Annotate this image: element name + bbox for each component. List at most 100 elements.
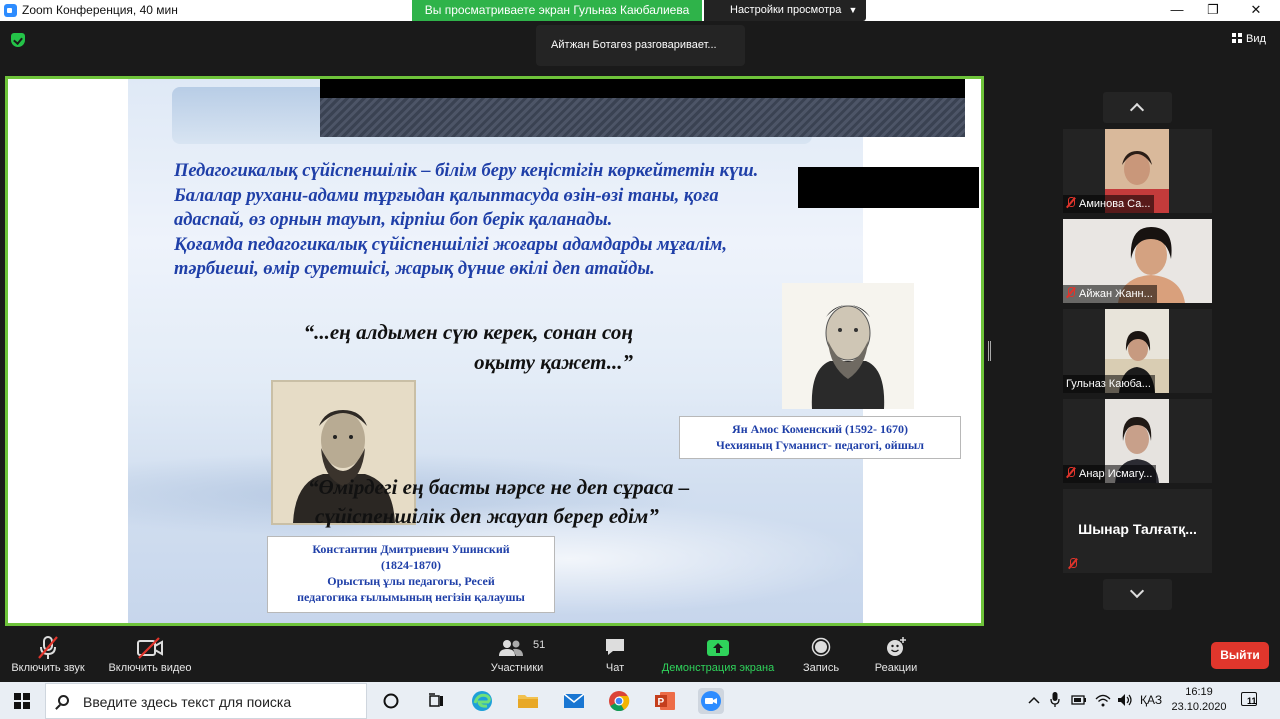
cortana-icon[interactable] — [378, 688, 404, 714]
slide-paragraph: Педагогикалық сүйіспеншілік – білім беру… — [174, 159, 829, 282]
windows-taskbar: P ҚАЗ 16:19 23.10.2020 11 — [0, 682, 1280, 719]
zoom-taskbar-icon[interactable] — [698, 688, 724, 714]
komensky-caption-line: Чехияның Гуманист- педагогі, ойшыл — [716, 438, 924, 452]
participant-tile[interactable]: Айжан Жанн... — [1063, 219, 1212, 303]
maximize-button[interactable]: ❐ — [1203, 2, 1223, 18]
leave-meeting-button[interactable]: Выйти — [1211, 642, 1269, 669]
view-label: Вид — [1246, 33, 1266, 45]
record-label: Запись — [802, 662, 840, 674]
chrome-icon[interactable] — [606, 688, 632, 714]
participant-name-text: Гульназ Каюба... — [1066, 378, 1151, 390]
participant-tile[interactable]: Гульназ Каюба... — [1063, 309, 1212, 393]
volume-icon[interactable] — [1117, 693, 1133, 710]
komensky-caption: Ян Амос Коменский (1592- 1670) Чехияның … — [679, 416, 961, 459]
participant-name-text: Шынар Талғатқ... — [1078, 521, 1197, 537]
share-screen-label: Демонстрация экрана — [661, 662, 775, 674]
muted-mic-icon — [1066, 287, 1075, 298]
ushinsky-caption-line: Константин Дмитриевич Ушинский — [312, 542, 510, 556]
share-screen-button[interactable]: Демонстрация экрана — [656, 629, 780, 682]
search-icon — [58, 695, 69, 706]
ushinsky-caption: Константин Дмитриевич Ушинский (1824-187… — [267, 536, 555, 613]
slide-paragraph-line: Балалар рухани-адами тұрғыдан қалыптасуд… — [174, 185, 719, 206]
grid-icon — [1232, 33, 1242, 43]
unmute-label: Включить звук — [11, 662, 85, 674]
chat-button[interactable]: Чат — [595, 629, 635, 682]
screen-share-banner: Вы просматриваете экран Гульназ Каюбалие… — [412, 0, 702, 21]
participants-icon — [499, 640, 523, 656]
minimize-button[interactable]: — — [1167, 2, 1187, 18]
unmute-button[interactable]: Включить звук — [8, 629, 88, 682]
quote-line: оқыту қажет...” — [474, 350, 633, 374]
muted-mic-icon — [1068, 558, 1077, 569]
record-icon — [811, 637, 831, 657]
participant-tile[interactable]: Аминова Са... — [1063, 129, 1212, 213]
quote-line: сүйіспеншілік деп жауап берер едім” — [315, 504, 659, 528]
task-view-icon[interactable] — [423, 688, 449, 714]
windows-start-icon[interactable] — [14, 693, 30, 709]
clock-date: 23.10.2020 — [1171, 701, 1227, 713]
reaction-smiley-icon — [887, 637, 906, 656]
chevron-down-icon — [1129, 583, 1145, 599]
taskbar-search-box[interactable] — [45, 683, 367, 719]
view-button[interactable]: Вид — [1232, 33, 1266, 45]
notification-count: 11 — [1247, 696, 1257, 706]
edge-browser-icon[interactable] — [469, 688, 495, 714]
gallery-page-down-button[interactable] — [1103, 579, 1172, 610]
svg-text:P: P — [658, 697, 665, 708]
participants-count: 51 — [533, 639, 546, 651]
slide-paragraph-line: Педагогикалық сүйіспеншілік – білім беру… — [174, 161, 759, 181]
participant-name-text: Анар Исмагу... — [1079, 468, 1153, 480]
start-video-label: Включить видео — [108, 662, 192, 674]
microphone-icon[interactable] — [1050, 692, 1060, 711]
battery-icon[interactable] — [1071, 694, 1087, 709]
participants-button[interactable]: 51 Участники — [487, 629, 547, 682]
chat-label: Чат — [605, 662, 625, 674]
wifi-icon[interactable] — [1095, 693, 1111, 710]
view-settings-label: Настройки просмотра — [730, 4, 842, 16]
participant-tile[interactable]: Шынар Талғатқ... — [1063, 489, 1212, 573]
zoom-window: Zoom Конференция, 40 мин Вы просматривае… — [0, 0, 1280, 719]
muted-mic-icon — [38, 636, 58, 659]
gallery-page-up-button[interactable] — [1103, 92, 1172, 123]
redacted-block — [798, 167, 979, 208]
participants-label: Участники — [490, 662, 544, 674]
close-button[interactable]: ✕ — [1246, 2, 1266, 18]
panel-resize-handle[interactable] — [988, 341, 991, 361]
redacted-bar — [320, 79, 965, 98]
reactions-label: Реакции — [874, 662, 918, 674]
input-language[interactable]: ҚАЗ — [1140, 693, 1162, 707]
shared-screen: Ян Амос Коменский (1592- 1670) Чехияның … — [5, 76, 984, 626]
komensky-quote: “...ең алдымен сүю керек, сонан соң оқыт… — [248, 317, 633, 377]
quote-line: “Өмірдегі ең басты нәрсе не деп сұраса – — [308, 475, 690, 499]
slide-paragraph-line: адаспай, өз орнын тауып, кірпіш боп бері… — [174, 210, 613, 230]
participant-name: Гульназ Каюба... — [1063, 375, 1155, 393]
share-screen-icon — [707, 640, 729, 656]
participant-tile[interactable]: Анар Исмагу... — [1063, 399, 1212, 483]
taskbar-search-input[interactable] — [83, 691, 353, 713]
ushinsky-caption-line: Орыстың ұлы педагогы, Ресей — [327, 574, 495, 588]
record-button[interactable]: Запись — [800, 629, 842, 682]
participant-name: Анар Исмагу... — [1063, 465, 1157, 483]
komensky-caption-line: Ян Амос Коменский (1592- 1670) — [732, 422, 908, 436]
title-bar: Zoom Конференция, 40 мин Вы просматривае… — [0, 0, 1280, 21]
meeting-toolbar: Включить звук Включить видео 51 Участник… — [0, 629, 1280, 682]
chevron-up-icon — [1129, 102, 1145, 118]
mail-icon[interactable] — [561, 688, 587, 714]
clock-time: 16:19 — [1185, 686, 1213, 698]
powerpoint-icon[interactable]: P — [652, 688, 678, 714]
file-explorer-icon[interactable] — [515, 688, 541, 714]
participant-name: Айжан Жанн... — [1063, 285, 1157, 303]
slide-paragraph-line: Қоғамда педагогикалық сүйіспеншілігі жоғ… — [174, 234, 727, 255]
show-hidden-icons-chevron[interactable] — [1028, 695, 1040, 707]
ushinsky-caption-line: педагогика ғылымының негізін қалаушы — [297, 590, 525, 604]
reactions-button[interactable]: Реакции — [872, 629, 920, 682]
participant-name: Аминова Са... — [1063, 195, 1155, 213]
taskbar-clock[interactable]: 16:19 23.10.2020 — [1171, 685, 1227, 715]
start-video-button[interactable]: Включить видео — [104, 629, 196, 682]
muted-mic-icon — [1066, 197, 1075, 208]
encryption-shield-icon[interactable] — [11, 33, 25, 47]
komensky-portrait — [782, 283, 914, 409]
view-settings-button[interactable]: Настройки просмотра ▼ — [704, 0, 866, 21]
notifications-icon[interactable]: 11 — [1241, 692, 1257, 706]
ushinsky-quote: “Өмірдегі ең басты нәрсе не деп сұраса –… — [308, 473, 768, 531]
